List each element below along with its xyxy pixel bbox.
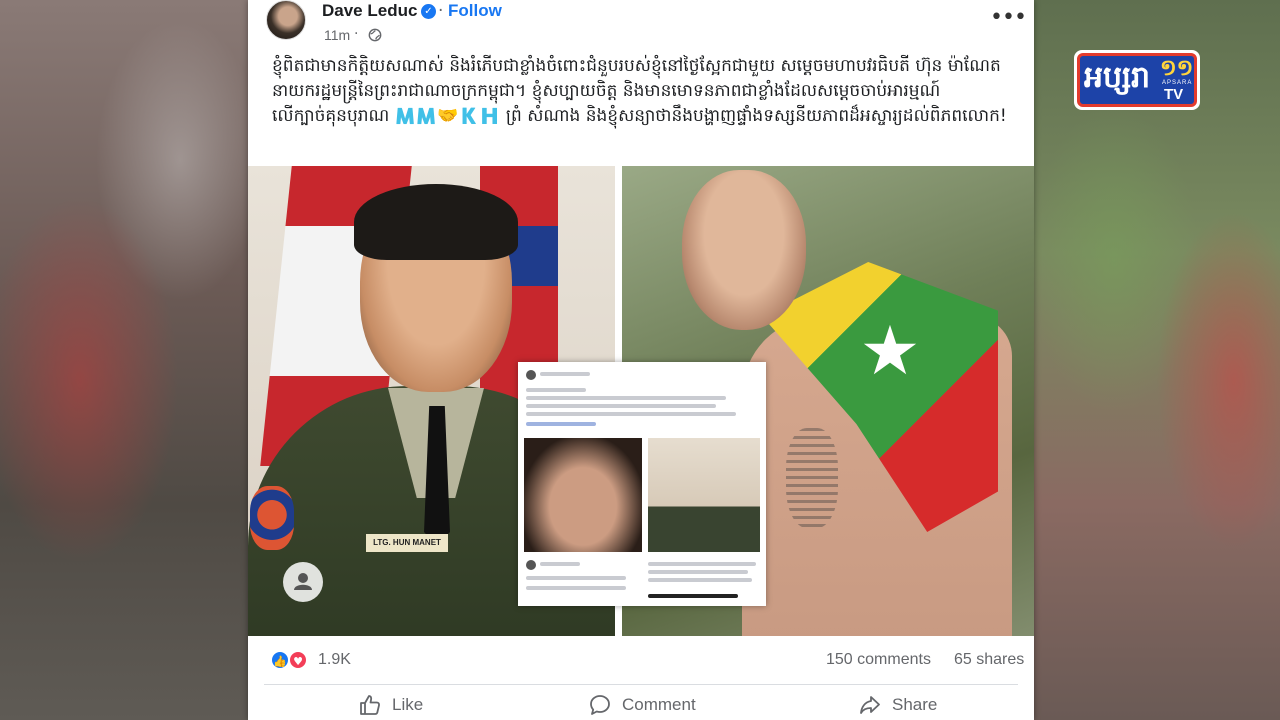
inset-avatar-top: [526, 370, 536, 380]
share-label: Share: [892, 695, 938, 714]
fighter-head: [682, 170, 806, 330]
action-divider: [264, 684, 1018, 685]
inset-link-line: [526, 422, 596, 426]
inset-text-line: [540, 562, 580, 566]
logo-tv: TV: [1164, 86, 1184, 103]
comment-icon: [590, 695, 610, 715]
share-button[interactable]: Share: [858, 690, 937, 720]
more-options-icon[interactable]: •••: [990, 7, 1027, 34]
inset-text-line: [526, 586, 626, 590]
like-icon: [360, 695, 380, 715]
share-icon: [860, 696, 880, 714]
shares-count[interactable]: 65 shares: [954, 651, 1024, 669]
inset-text-line: [648, 570, 748, 574]
post-timestamp[interactable]: 11m: [324, 27, 350, 43]
tattoo: [786, 428, 838, 528]
apsara-tv-logo: អប្សរា ១១ APSARA TV: [1074, 50, 1200, 110]
inset-text-line: [540, 372, 590, 376]
comment-button[interactable]: Comment: [588, 690, 696, 720]
uniform-nameplate: LTG. HUN MANET: [366, 534, 448, 552]
inset-text-line: [526, 404, 716, 408]
post-caption: ខ្ញុំពិតជាមានកិត្តិយសណាស់ និងរំភើបជាខ្លា…: [272, 56, 1007, 126]
inset-photo-fighter: [524, 438, 642, 552]
like-reaction-icon[interactable]: 👍: [270, 650, 290, 670]
inset-text-line: [648, 562, 756, 566]
globe-icon: [368, 28, 382, 42]
love-reaction-icon[interactable]: ♥: [288, 650, 308, 670]
logo-khmer-text: អប្សរា: [1084, 60, 1151, 95]
reaction-count[interactable]: 1.9K: [318, 651, 351, 669]
background-blur-left: [0, 0, 248, 720]
inset-text-line: [526, 388, 586, 392]
action-bar: Like Comment Share: [248, 690, 1034, 720]
inset-text-line: [526, 396, 726, 400]
logo-badge: អប្សរា ១១ APSARA TV: [1077, 53, 1197, 107]
inset-text-line: [648, 578, 752, 582]
post-media[interactable]: LTG. HUN MANET ★: [248, 166, 1034, 636]
inset-text-line: [526, 576, 626, 580]
follow-button[interactable]: Follow: [448, 1, 502, 21]
like-label: Like: [392, 695, 424, 714]
shoulder-badge: [250, 486, 294, 550]
comments-count[interactable]: 150 comments: [826, 651, 931, 669]
facebook-post: Dave Leduc ✓ · Follow 11m · ••• ខ្ញុំពិត…: [248, 0, 1034, 720]
inset-screenshot: [518, 362, 766, 606]
timestamp-separator: ·: [354, 26, 359, 42]
author-avatar[interactable]: [266, 0, 306, 40]
like-button[interactable]: Like: [358, 690, 423, 720]
header-separator: ·: [438, 1, 444, 21]
reactions-bar: 👍 ♥ 1.9K 150 comments 65 shares: [248, 646, 1034, 676]
profile-icon[interactable]: [283, 562, 323, 602]
logo-channel-number: ១១: [1160, 56, 1194, 81]
inset-avatar-bottom: [526, 560, 536, 570]
inset-photo-pm: [648, 438, 760, 552]
flag-star-icon: ★: [859, 312, 921, 391]
hair: [354, 184, 518, 260]
verified-badge-icon: ✓: [421, 4, 436, 19]
author-name[interactable]: Dave Leduc: [322, 1, 417, 21]
comment-label: Comment: [622, 695, 696, 714]
inset-text-line: [526, 412, 736, 416]
inset-text-line: [648, 594, 738, 598]
post-header: Dave Leduc ✓ · Follow 11m · •••: [248, 0, 1034, 48]
